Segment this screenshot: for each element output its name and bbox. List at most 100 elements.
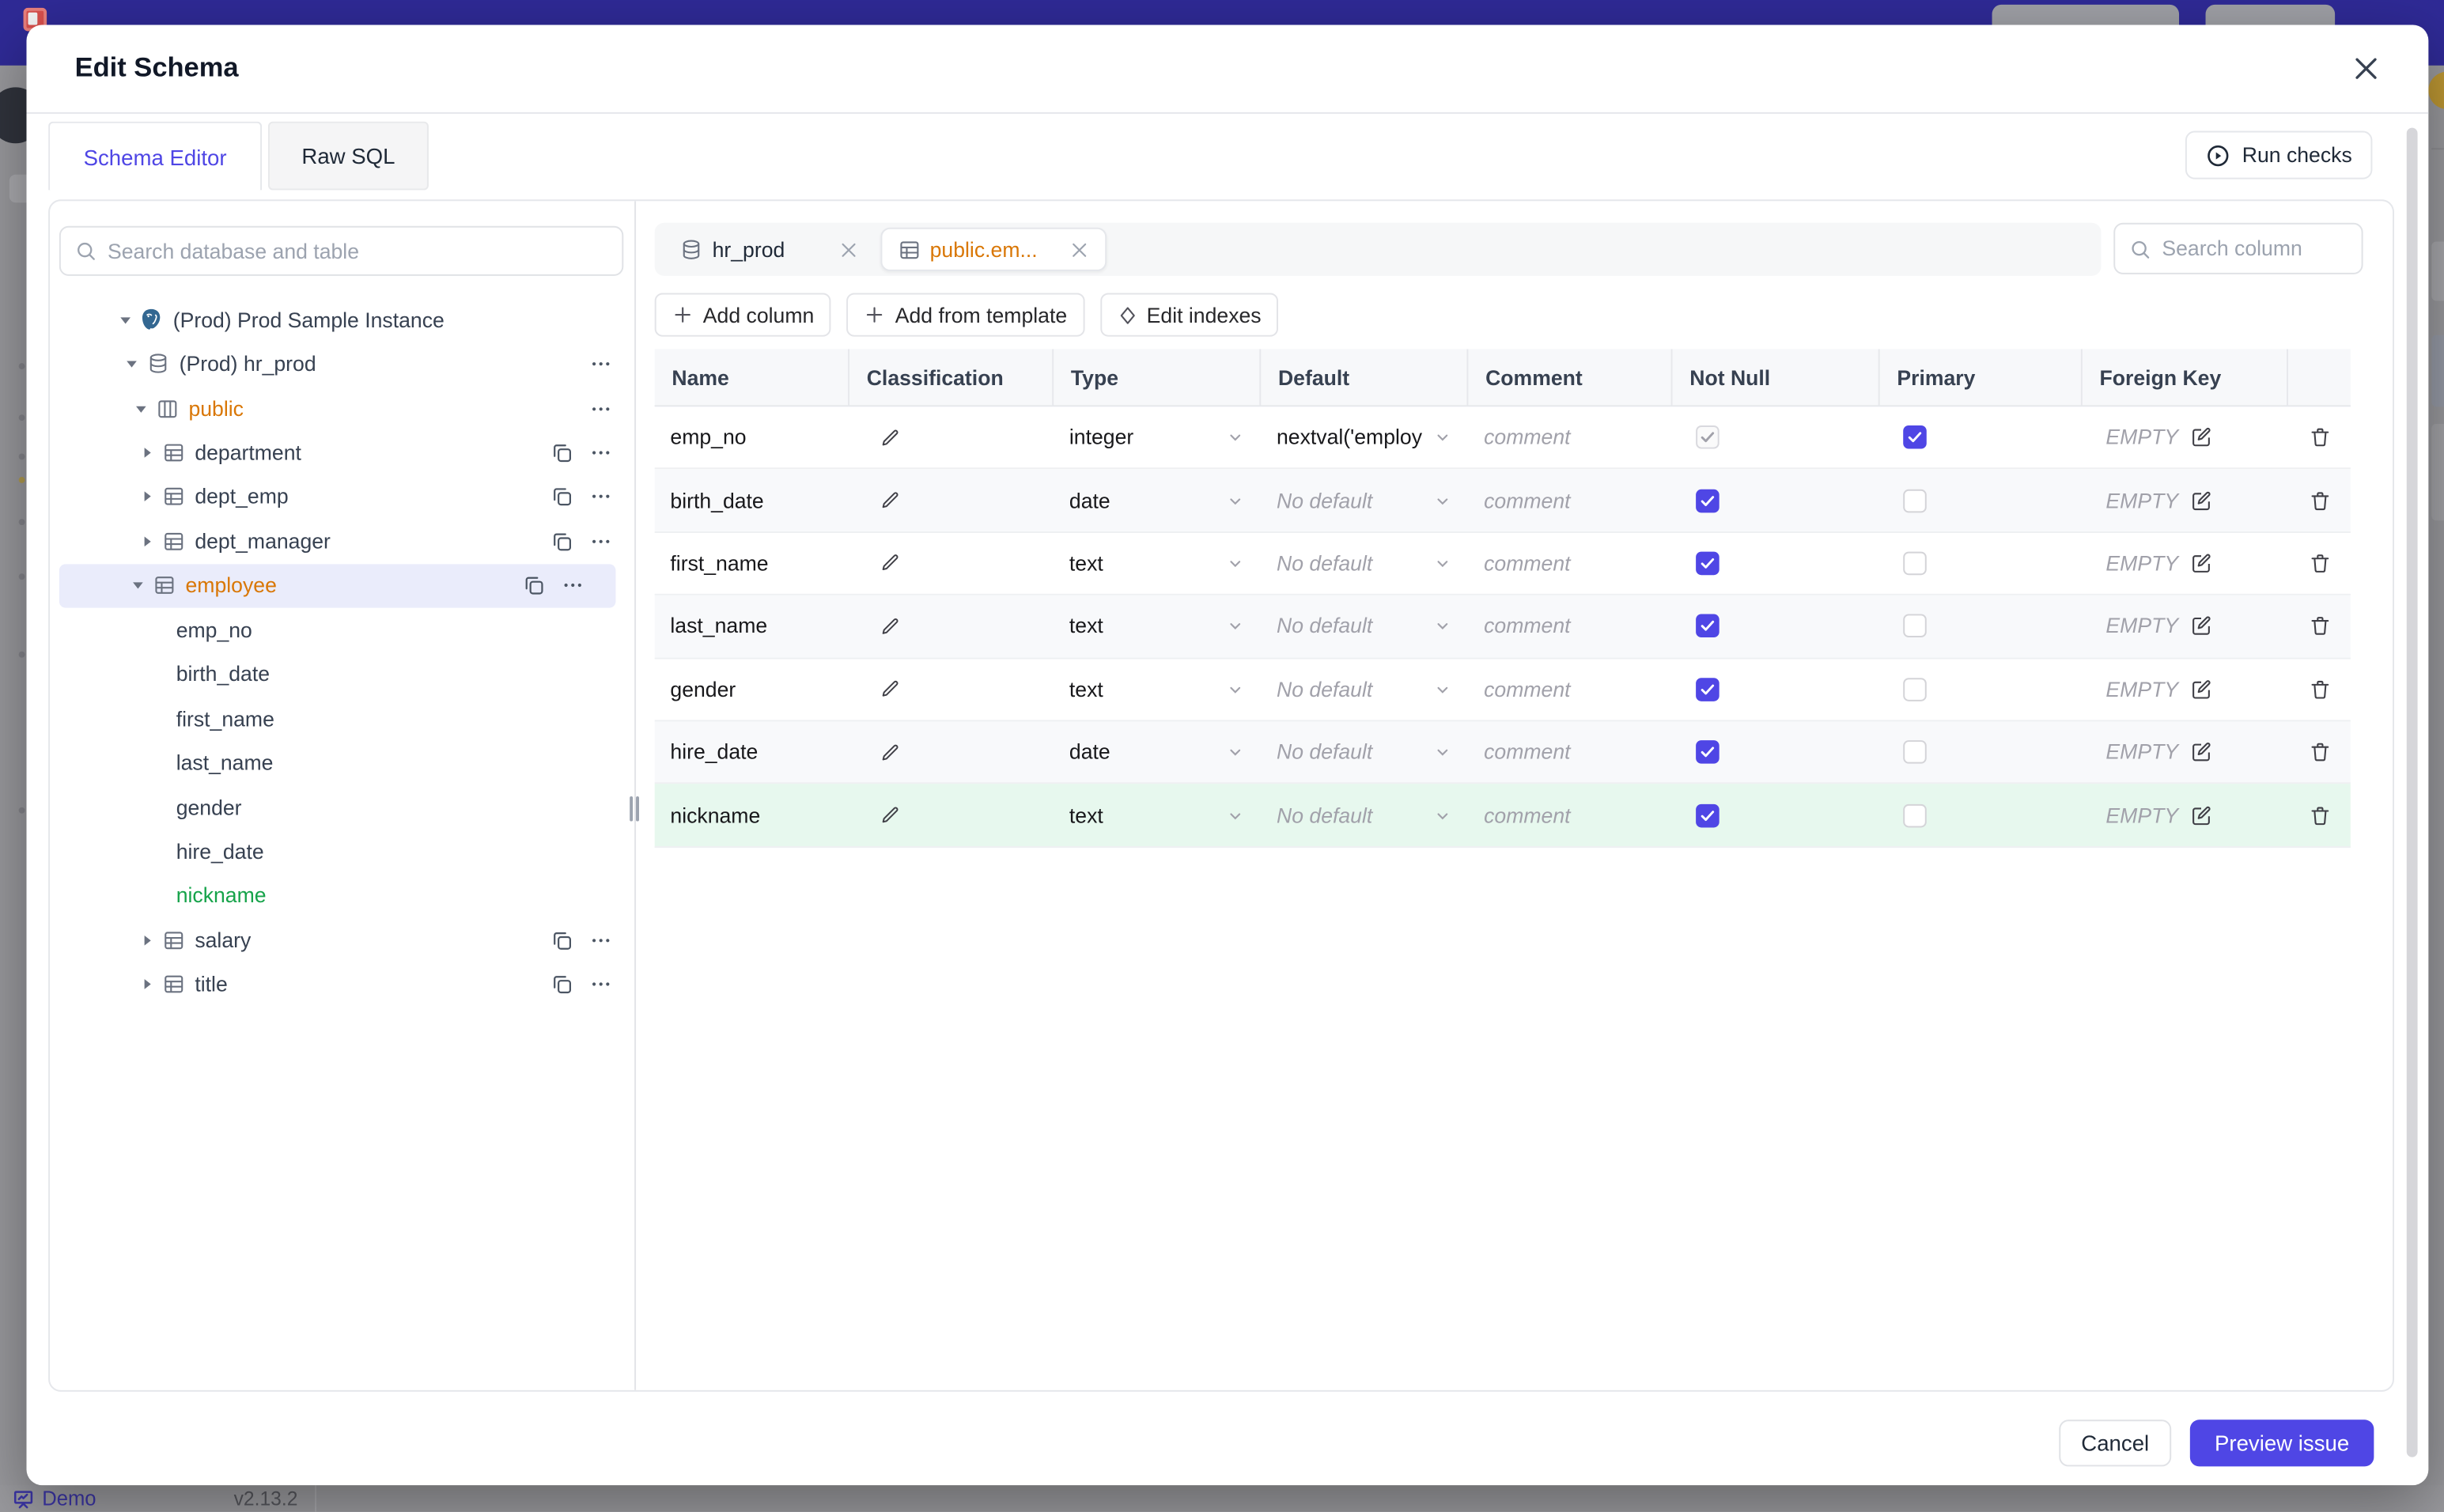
delete-column-icon[interactable] bbox=[2308, 740, 2332, 764]
pencil-icon[interactable] bbox=[879, 679, 901, 701]
tree-item-title[interactable]: title bbox=[50, 962, 634, 1007]
checkbox-unchecked[interactable] bbox=[1903, 614, 1927, 638]
default-select[interactable]: No default bbox=[1261, 659, 1468, 720]
default-select[interactable]: No default bbox=[1261, 595, 1468, 657]
delete-column-icon[interactable] bbox=[2308, 614, 2332, 638]
more-options-icon[interactable] bbox=[561, 574, 585, 598]
type-select[interactable]: text bbox=[1054, 533, 1261, 595]
checkbox-checked[interactable] bbox=[1696, 803, 1720, 827]
tree-item-employee[interactable]: employee bbox=[59, 563, 616, 608]
comment-field[interactable]: comment bbox=[1468, 533, 1672, 595]
delete-column-icon[interactable] bbox=[2308, 803, 2332, 827]
panel-resize-handle[interactable] bbox=[628, 796, 641, 822]
checkbox-unchecked[interactable] bbox=[1903, 551, 1927, 576]
chevron-right-icon[interactable] bbox=[134, 533, 159, 550]
checkbox-checked[interactable] bbox=[1696, 488, 1720, 512]
database-search-input[interactable]: Search database and table bbox=[59, 225, 624, 276]
copy-icon[interactable] bbox=[550, 486, 574, 509]
tab-schema-editor[interactable]: Schema Editor bbox=[48, 121, 263, 191]
modal-scrollbar[interactable] bbox=[2406, 127, 2418, 1457]
column-name-field[interactable]: first_name bbox=[655, 533, 849, 595]
type-select[interactable]: date bbox=[1054, 721, 1261, 783]
tree-item--prod-hr-prod[interactable]: (Prod) hr_prod bbox=[50, 342, 634, 386]
edit-foreign-key-icon[interactable] bbox=[2189, 740, 2213, 764]
type-select[interactable]: date bbox=[1054, 470, 1261, 531]
checkbox-checked[interactable] bbox=[1903, 425, 1927, 449]
checkbox-unchecked[interactable] bbox=[1903, 740, 1927, 764]
column-search-input[interactable]: Search column bbox=[2113, 222, 2363, 274]
default-select[interactable]: No default bbox=[1261, 784, 1468, 846]
copy-icon[interactable] bbox=[550, 928, 574, 952]
column-name-field[interactable]: hire_date bbox=[655, 721, 849, 783]
delete-column-icon[interactable] bbox=[2308, 552, 2332, 576]
copy-icon[interactable] bbox=[550, 530, 574, 554]
checkbox-unchecked[interactable] bbox=[1903, 488, 1927, 512]
tree-item-last-name[interactable]: last_name bbox=[50, 741, 634, 785]
tree-item-salary[interactable]: salary bbox=[50, 918, 634, 962]
chevron-right-icon[interactable] bbox=[134, 932, 159, 949]
pencil-icon[interactable] bbox=[879, 426, 901, 448]
checkbox-checked[interactable] bbox=[1696, 614, 1720, 638]
default-select[interactable]: No default bbox=[1261, 721, 1468, 783]
chevron-down-icon[interactable] bbox=[128, 400, 153, 418]
chevron-right-icon[interactable] bbox=[134, 444, 159, 462]
tree-item-first-name[interactable]: first_name bbox=[50, 697, 634, 741]
pencil-icon[interactable] bbox=[879, 490, 901, 512]
more-options-icon[interactable] bbox=[589, 353, 613, 376]
edit-foreign-key-icon[interactable] bbox=[2189, 803, 2213, 827]
more-options-icon[interactable] bbox=[589, 486, 613, 509]
tree-item-emp-no[interactable]: emp_no bbox=[50, 608, 634, 652]
default-select[interactable]: No default bbox=[1261, 533, 1468, 595]
checkbox-checked[interactable] bbox=[1696, 551, 1720, 576]
checkbox-checked[interactable] bbox=[1696, 740, 1720, 764]
edit-indexes-button[interactable]: Edit indexes bbox=[1099, 293, 1279, 337]
copy-icon[interactable] bbox=[550, 441, 574, 465]
more-options-icon[interactable] bbox=[589, 973, 613, 996]
checkbox-unchecked[interactable] bbox=[1903, 677, 1927, 701]
more-options-icon[interactable] bbox=[589, 397, 613, 421]
edit-foreign-key-icon[interactable] bbox=[2189, 425, 2213, 449]
tree-item-hire-date[interactable]: hire_date bbox=[50, 830, 634, 874]
type-select[interactable]: integer bbox=[1054, 406, 1261, 468]
close-icon[interactable] bbox=[1069, 240, 1089, 260]
more-options-icon[interactable] bbox=[589, 530, 613, 554]
column-name-field[interactable]: emp_no bbox=[655, 406, 849, 468]
chevron-right-icon[interactable] bbox=[134, 976, 159, 993]
tree-item--prod-prod-sample-instance[interactable]: (Prod) Prod Sample Instance bbox=[50, 297, 634, 342]
default-select[interactable]: nextval('employ bbox=[1261, 406, 1468, 468]
chevron-down-icon[interactable] bbox=[112, 312, 138, 329]
chevron-down-icon[interactable] bbox=[119, 356, 144, 373]
run-checks-button[interactable]: Run checks bbox=[2185, 130, 2373, 180]
column-name-field[interactable]: nickname bbox=[655, 784, 849, 846]
add-from-template-button[interactable]: Add from template bbox=[846, 293, 1084, 337]
chevron-down-icon[interactable] bbox=[125, 577, 150, 595]
add-column-button[interactable]: Add column bbox=[654, 293, 831, 337]
comment-field[interactable]: comment bbox=[1468, 721, 1672, 783]
tree-item-dept-manager[interactable]: dept_manager bbox=[50, 520, 634, 564]
preview-issue-button[interactable]: Preview issue bbox=[2189, 1419, 2374, 1467]
tree-item-dept-emp[interactable]: dept_emp bbox=[50, 475, 634, 520]
comment-field[interactable]: comment bbox=[1468, 595, 1672, 657]
copy-icon[interactable] bbox=[550, 973, 574, 996]
comment-field[interactable]: comment bbox=[1468, 659, 1672, 720]
pencil-icon[interactable] bbox=[879, 615, 901, 637]
edit-foreign-key-icon[interactable] bbox=[2189, 489, 2213, 512]
checkbox-checked[interactable] bbox=[1696, 677, 1720, 701]
comment-field[interactable]: comment bbox=[1468, 470, 1672, 531]
delete-column-icon[interactable] bbox=[2308, 489, 2332, 512]
column-name-field[interactable]: birth_date bbox=[655, 470, 849, 531]
tree-item-public[interactable]: public bbox=[50, 386, 634, 430]
close-icon[interactable] bbox=[838, 240, 858, 260]
type-select[interactable]: text bbox=[1054, 595, 1261, 657]
comment-field[interactable]: comment bbox=[1468, 784, 1672, 846]
tab-raw-sql[interactable]: Raw SQL bbox=[267, 121, 429, 191]
column-name-field[interactable]: gender bbox=[655, 659, 849, 720]
tab-chip-hr-prod[interactable]: hr_prod bbox=[664, 223, 874, 276]
comment-field[interactable]: comment bbox=[1468, 406, 1672, 468]
copy-icon[interactable] bbox=[522, 574, 546, 598]
demo-link[interactable]: Demo bbox=[13, 1487, 96, 1510]
pencil-icon[interactable] bbox=[879, 741, 901, 763]
edit-foreign-key-icon[interactable] bbox=[2189, 614, 2213, 638]
more-options-icon[interactable] bbox=[589, 441, 613, 465]
edit-foreign-key-icon[interactable] bbox=[2189, 678, 2213, 701]
